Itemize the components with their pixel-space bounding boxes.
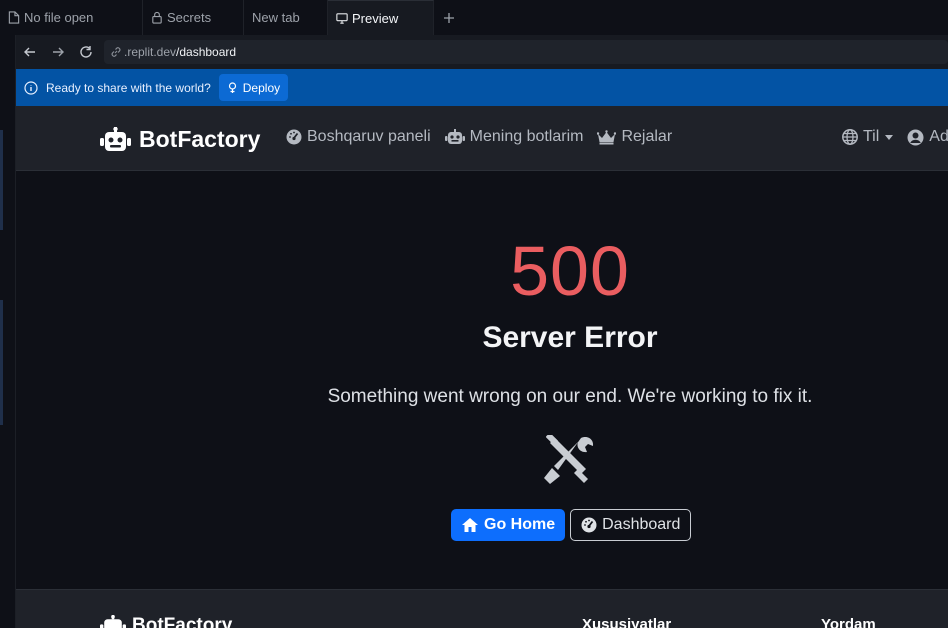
home-icon (462, 518, 478, 532)
lock-icon (152, 11, 162, 24)
reload-button[interactable] (72, 38, 100, 66)
footer-heading-help: Yordam (821, 616, 876, 628)
reload-icon (80, 46, 92, 58)
error-actions: Go Home Dashboard (451, 509, 692, 541)
site-navbar: BotFactory Boshqaruv paneli Mening botla… (16, 106, 948, 171)
tools-icon (544, 435, 594, 484)
url-host: .replit.dev (124, 45, 177, 59)
footer-heading-features: Xususiyatlar (582, 616, 672, 628)
url-field[interactable]: .replit.dev/dashboard (104, 40, 948, 64)
tab-bar: No file open Secrets New tab Preview (0, 0, 948, 35)
robot-icon (444, 129, 465, 144)
dashboard-label: Dashboard (602, 516, 681, 533)
new-tab-button[interactable] (434, 0, 464, 35)
error-page: 500 Server Error Something went wrong on… (16, 171, 948, 589)
site-footer: BotFactory Xususiyatlar Yordam (16, 589, 948, 628)
deploy-button[interactable]: Deploy (218, 74, 289, 101)
arrow-left-icon (24, 47, 35, 57)
main-nav: Boshqaruv paneli Mening botlarim Rejalar (286, 128, 686, 146)
tab-label: New tab (252, 10, 300, 25)
plus-icon (444, 12, 454, 23)
file-icon (8, 11, 20, 24)
monitor-icon (336, 13, 348, 24)
robot-icon (100, 615, 126, 628)
banner-message: Ready to share with the world? (46, 80, 211, 95)
tab-no-file-open[interactable]: No file open (0, 0, 143, 35)
link-icon (111, 47, 121, 57)
arrow-right-icon (53, 47, 64, 57)
tab-secrets[interactable]: Secrets (143, 0, 244, 35)
user-circle-icon (907, 129, 924, 145)
go-home-label: Go Home (484, 516, 556, 533)
globe-icon (842, 129, 858, 145)
info-icon (24, 80, 38, 95)
panel-indicator (0, 130, 3, 230)
brand-name: BotFactory (139, 126, 261, 152)
robot-icon (100, 126, 131, 151)
language-label: Til (863, 128, 880, 145)
error-code: 500 (510, 232, 630, 310)
dashboard-gauge-icon (286, 129, 302, 145)
browser-window: No file open Secrets New tab Preview .re… (0, 0, 948, 628)
go-home-button[interactable]: Go Home (451, 509, 566, 541)
crown-icon (597, 129, 617, 144)
account-menu[interactable]: Ad (907, 128, 948, 146)
footer-brand-name: BotFactory (132, 615, 233, 628)
account-label: Ad (929, 128, 948, 145)
tab-label: Preview (352, 10, 399, 26)
tab-new-tab[interactable]: New tab (244, 0, 328, 35)
nav-link-label: Rejalar (621, 128, 673, 145)
back-button[interactable] (16, 38, 44, 66)
error-title: Server Error (482, 321, 658, 354)
footer-brand: BotFactory (100, 615, 232, 628)
error-message: Something went wrong on our end. We're w… (327, 386, 813, 407)
nav-right: Til Ad (842, 128, 948, 146)
nav-link-label: Mening botlarim (469, 128, 584, 145)
brand-logo[interactable]: BotFactory (100, 126, 260, 153)
nav-link-label: Boshqaruv paneli (307, 128, 431, 145)
nav-link-dashboard[interactable]: Boshqaruv paneli (286, 128, 431, 146)
language-dropdown[interactable]: Til (842, 128, 894, 146)
nav-link-plans[interactable]: Rejalar (597, 128, 672, 146)
side-panel-strip (0, 35, 16, 628)
deploy-label: Deploy (242, 80, 281, 95)
caret-down-icon (885, 134, 894, 140)
nav-link-my-bots[interactable]: Mening botlarim (444, 128, 584, 146)
address-bar: .replit.dev/dashboard (16, 35, 948, 69)
dashboard-button[interactable]: Dashboard (570, 509, 692, 541)
panel-indicator (0, 300, 3, 425)
tab-label: Secrets (167, 10, 212, 25)
tab-preview[interactable]: Preview (328, 0, 434, 35)
deploy-banner: Ready to share with the world? Deploy (16, 69, 948, 106)
forward-button[interactable] (44, 38, 72, 66)
url-path: /dashboard (176, 45, 237, 59)
deploy-icon (228, 81, 236, 93)
dashboard-gauge-icon (581, 517, 597, 533)
tab-label: No file open (24, 10, 94, 25)
